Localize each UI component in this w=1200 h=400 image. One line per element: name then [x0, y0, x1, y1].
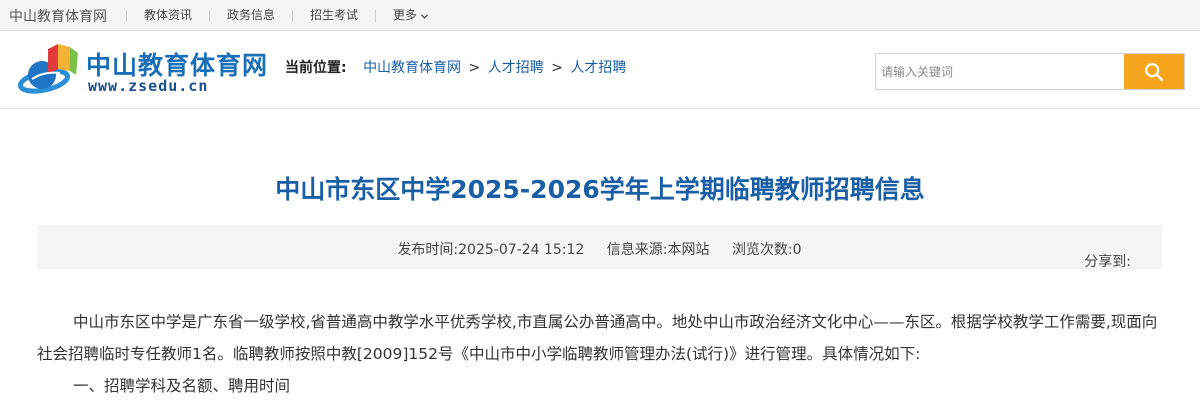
nav-item-enrollment[interactable]: 招生考试: [293, 0, 375, 31]
breadcrumb: 当前位置: 中山教育体育网 > 人才招聘 > 人才招聘: [285, 57, 626, 77]
breadcrumb-separator: >: [551, 60, 563, 76]
breadcrumb-link-recruit-sub[interactable]: 人才招聘: [570, 60, 626, 76]
page-header: 中山教育体育网 www.zsedu.cn 当前位置: 中山教育体育网 > 人才招…: [0, 31, 1200, 109]
top-bar: 中山教育体育网 教体资讯 政务信息 招生考试 更多: [0, 0, 1200, 31]
article-title: 中山市东区中学2025-2026学年上学期临聘教师招聘信息: [275, 175, 925, 204]
nav-item-news[interactable]: 教体资讯: [127, 0, 209, 31]
logo-book-globe-icon: [18, 44, 78, 94]
search-box: [875, 53, 1185, 90]
breadcrumb-separator: >: [468, 60, 481, 76]
share-label: 分享到:: [1084, 254, 1131, 270]
article-meta: 发布时间:2025-07-24 15:12 信息来源:本网站 浏览次数:0: [37, 239, 1162, 259]
breadcrumb-lead: 当前位置:: [285, 60, 347, 76]
logo-text-url: www.zsedu.cn: [88, 77, 209, 95]
top-nav: 教体资讯 政务信息 招生考试 更多: [126, 0, 446, 31]
info-source: 信息来源:本网站: [606, 242, 710, 258]
publish-time: 发布时间:2025-07-24 15:12: [397, 242, 585, 258]
article-meta-bar: 发布时间:2025-07-24 15:12 信息来源:本网站 浏览次数:0 分享…: [37, 225, 1162, 270]
site-logo[interactable]: 中山教育体育网 www.zsedu.cn: [18, 39, 268, 101]
search-button[interactable]: [1124, 54, 1184, 89]
breadcrumb-link-recruit[interactable]: 人才招聘: [488, 60, 544, 76]
article-section-heading: 一、招聘学科及名额、聘用时间: [73, 377, 291, 395]
view-count: 浏览次数:0: [731, 242, 802, 258]
nav-more-label: 更多: [393, 8, 418, 22]
nav-more-dropdown[interactable]: 更多: [376, 0, 446, 31]
article-paragraph: 中山市东区中学是广东省一级学校,省普通高中教学水平优秀学校,市直属公办普通高中。…: [37, 313, 1158, 363]
nav-item-government[interactable]: 政务信息: [210, 0, 292, 31]
site-home-link[interactable]: 中山教育体育网: [9, 6, 107, 26]
chevron-down-icon: [420, 13, 429, 19]
search-input[interactable]: [876, 54, 1124, 89]
breadcrumb-link-home[interactable]: 中山教育体育网: [363, 60, 461, 76]
search-icon: [1145, 62, 1164, 81]
